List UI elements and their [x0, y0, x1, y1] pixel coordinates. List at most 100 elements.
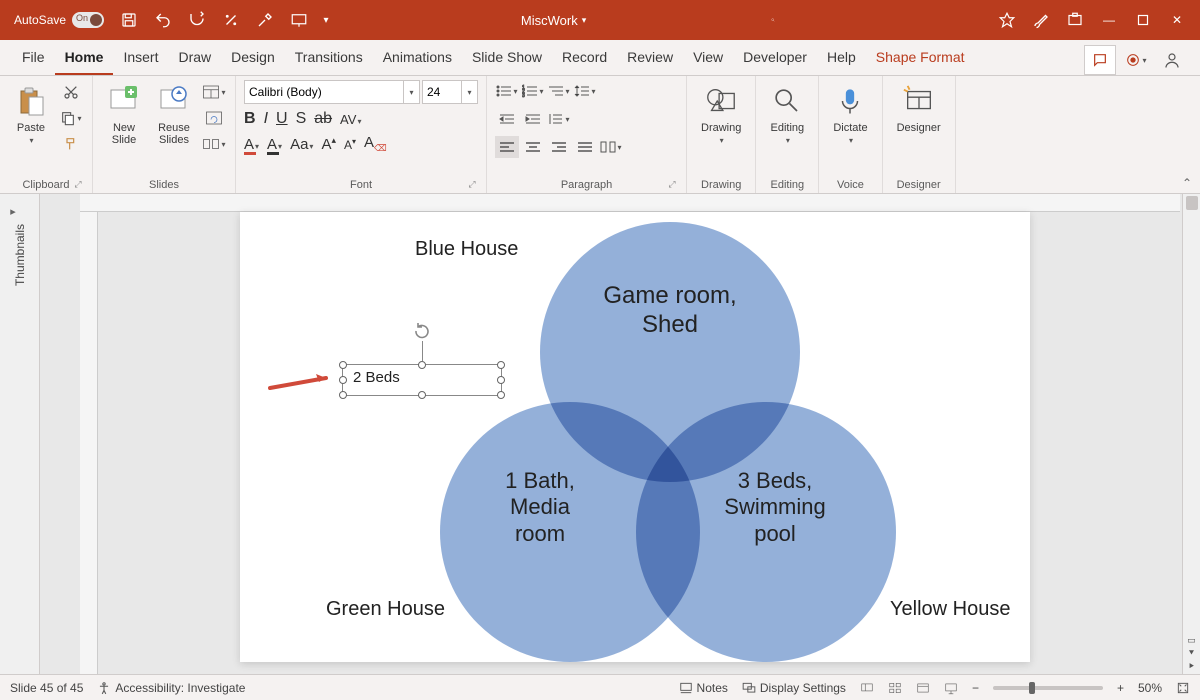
grow-font-button[interactable]: A▴ [321, 135, 336, 153]
font-size-combo[interactable]: ▾ [422, 80, 478, 104]
reuse-slides-button[interactable]: Reuse Slides [151, 80, 197, 150]
search-icon[interactable] [771, 0, 805, 40]
view-slideshow-icon[interactable] [944, 681, 958, 695]
venn-text-top[interactable]: Game room, Shed [550, 282, 790, 340]
next-slide-icon[interactable]: ⯈ [1188, 661, 1195, 672]
shrink-font-button[interactable]: A▾ [344, 137, 356, 152]
rotation-handle-icon[interactable] [412, 321, 432, 341]
qat-overflow-icon[interactable]: ▾ [316, 0, 336, 40]
tab-review[interactable]: Review [617, 43, 683, 75]
layout-icon[interactable]: ▾ [201, 80, 227, 104]
present-icon[interactable] [282, 0, 316, 40]
clear-formatting-button[interactable]: A⌫ [364, 134, 387, 154]
premium-icon[interactable] [990, 0, 1024, 40]
zoom-in-button[interactable]: + [1117, 681, 1124, 695]
tab-insert[interactable]: Insert [113, 43, 168, 75]
zoom-slider-knob[interactable] [1029, 682, 1035, 694]
font-name-input[interactable] [244, 80, 404, 104]
tab-help[interactable]: Help [817, 43, 866, 75]
change-case-button[interactable]: Aa▾ [290, 136, 313, 153]
font-color-button[interactable]: A▾ [244, 136, 259, 153]
zoom-level[interactable]: 50% [1138, 681, 1162, 695]
font-name-combo[interactable]: ▾ [244, 80, 420, 104]
share-button[interactable] [1156, 45, 1188, 75]
maximize-button[interactable] [1126, 0, 1160, 40]
strikethrough-button[interactable]: ab [314, 110, 332, 128]
bullets-button[interactable]: ▾ [495, 80, 519, 102]
document-title[interactable]: MiscWork▾ [521, 13, 586, 28]
align-right-button[interactable] [547, 136, 571, 158]
new-slide-button[interactable]: New Slide [101, 80, 147, 150]
paste-button[interactable]: Paste▾ [8, 80, 54, 150]
collapse-ribbon-icon[interactable]: ⌃ [1182, 176, 1192, 190]
save-icon[interactable] [112, 0, 146, 40]
tab-developer[interactable]: Developer [733, 43, 817, 75]
display-settings-button[interactable]: Display Settings [742, 681, 846, 695]
character-spacing-button[interactable]: AV▾ [340, 112, 361, 127]
tab-animations[interactable]: Animations [373, 43, 462, 75]
venn-diagram[interactable]: Game room, Shed 1 Bath, Media room 3 Bed… [240, 212, 1030, 662]
brush-icon[interactable] [1024, 0, 1058, 40]
drawing-button[interactable]: Drawing▾ [695, 80, 747, 150]
tab-record[interactable]: Record [552, 43, 617, 75]
tab-view[interactable]: View [683, 43, 733, 75]
resize-handle[interactable] [418, 391, 426, 399]
tab-slideshow[interactable]: Slide Show [462, 43, 552, 75]
list-level-button[interactable]: ▾ [547, 80, 571, 102]
slide-canvas[interactable]: Game room, Shed 1 Bath, Media room 3 Bed… [40, 194, 1200, 674]
resize-handle[interactable] [418, 361, 426, 369]
editing-button[interactable]: Editing▾ [764, 80, 810, 150]
venn-outer-label-top[interactable]: Blue House [415, 238, 518, 261]
cut-icon[interactable] [58, 80, 84, 104]
tab-file[interactable]: File [12, 43, 55, 75]
dictate-button[interactable]: Dictate▾ [827, 80, 873, 150]
font-size-input[interactable] [422, 80, 462, 104]
underline-button[interactable]: U [276, 110, 288, 128]
redo-icon[interactable] [180, 0, 214, 40]
font-launcher-icon[interactable]: ⤢ [466, 179, 478, 191]
resize-handle[interactable] [339, 361, 347, 369]
tab-design[interactable]: Design [221, 43, 285, 75]
selected-textbox-text[interactable]: 2 Beds [353, 369, 400, 386]
notes-button[interactable]: Notes [679, 681, 728, 695]
venn-outer-label-right[interactable]: Yellow House [890, 598, 1010, 621]
resize-handle[interactable] [339, 391, 347, 399]
search-input[interactable] [775, 13, 805, 28]
align-center-button[interactable] [521, 136, 545, 158]
slide-counter[interactable]: Slide 45 of 45 [10, 681, 83, 695]
undo-icon[interactable] [146, 0, 180, 40]
minimize-button[interactable]: — [1092, 0, 1126, 40]
vertical-scrollbar[interactable]: ▭ ⯆ ⯈ [1182, 194, 1200, 674]
section-icon[interactable]: ▾ [201, 132, 227, 156]
resize-handle[interactable] [497, 361, 505, 369]
zoom-out-button[interactable]: − [972, 681, 979, 695]
thumbnail-pane[interactable]: ▸ Thumbnails [0, 194, 40, 674]
columns-button[interactable]: ▾ [599, 136, 623, 158]
format-painter-icon[interactable] [58, 132, 84, 156]
zoom-slider[interactable] [993, 686, 1103, 690]
prev-slide-icon[interactable]: ⯆ [1188, 648, 1195, 659]
slide[interactable]: Game room, Shed 1 Bath, Media room 3 Bed… [240, 212, 1030, 662]
view-normal-icon[interactable] [860, 681, 874, 695]
italic-button[interactable]: I [264, 110, 268, 128]
accessibility-status[interactable]: Accessibility: Investigate [97, 681, 245, 695]
copy-icon[interactable]: ▾ [58, 106, 84, 130]
scroll-split-icon[interactable]: ▭ [1187, 635, 1196, 646]
resize-handle[interactable] [497, 376, 505, 384]
highlight-button[interactable]: A▾ [267, 136, 282, 153]
decrease-indent-button[interactable] [495, 108, 519, 130]
tab-transitions[interactable]: Transitions [285, 43, 373, 75]
autosave-toggle[interactable]: AutoSave On [6, 12, 112, 28]
tab-draw[interactable]: Draw [168, 43, 221, 75]
view-reading-icon[interactable] [916, 681, 930, 695]
comments-button[interactable] [1084, 45, 1116, 75]
close-button[interactable]: ✕ [1160, 0, 1194, 40]
designer-button[interactable]: Designer [891, 80, 947, 138]
view-sorter-icon[interactable] [888, 681, 902, 695]
selected-textbox[interactable]: 2 Beds [342, 364, 502, 396]
resize-handle[interactable] [497, 391, 505, 399]
reset-icon[interactable] [201, 106, 227, 130]
increase-indent-button[interactable] [521, 108, 545, 130]
shadow-button[interactable]: S [296, 110, 307, 128]
justify-button[interactable] [573, 136, 597, 158]
